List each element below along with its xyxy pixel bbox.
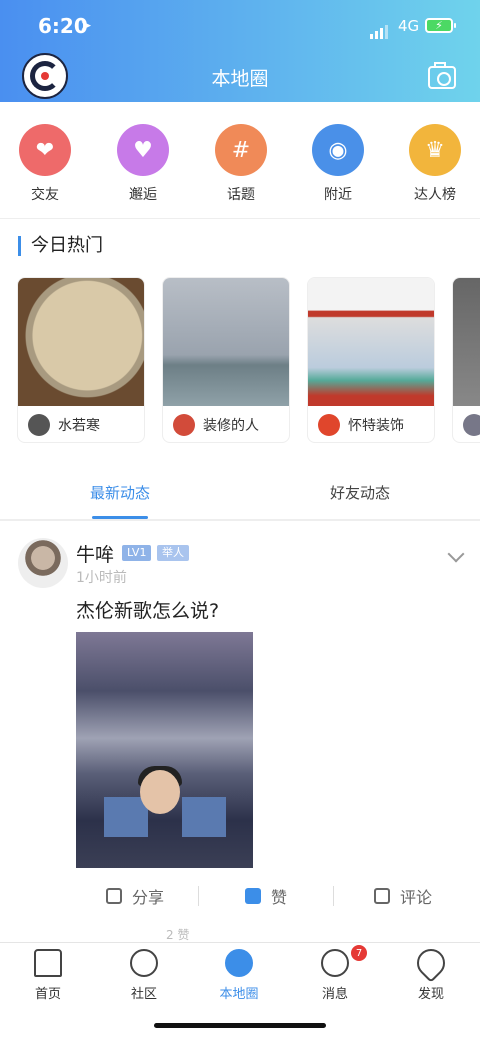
comment-button[interactable]: 评论	[374, 884, 432, 908]
card-image	[453, 278, 480, 406]
network-label: 4G	[398, 17, 420, 35]
unread-badge: 7	[351, 945, 367, 961]
hot-card[interactable]: 装修的人	[162, 277, 290, 443]
next-post-peek: 2 赞	[166, 928, 190, 942]
category-friends[interactable]: ❤ 交友	[10, 124, 80, 204]
signal-icon	[370, 20, 390, 39]
tab-community[interactable]: 社区	[109, 949, 179, 1002]
tab-discover[interactable]: 发现	[396, 943, 466, 1002]
avatar	[318, 414, 340, 436]
section-title-hot: 今日热门	[18, 236, 103, 256]
category-encounter[interactable]: ♥ 邂逅	[108, 124, 178, 204]
role-badge: 举人	[157, 545, 189, 561]
location-pin-icon: ◉	[312, 124, 364, 176]
page-title: 本地圈	[211, 68, 269, 90]
post-text: 杰伦新歌怎么说?	[76, 600, 220, 622]
tab-friends[interactable]: 好友动态	[330, 482, 390, 503]
status-bar: 6:20 ➤ 4G ⚡	[0, 12, 480, 42]
divider	[0, 218, 480, 219]
figure-face	[140, 770, 180, 814]
card-author: 水若寒	[58, 418, 100, 434]
home-icon	[34, 949, 62, 977]
share-button[interactable]: 分享	[106, 884, 164, 908]
category-row: ❤ 交友 ♥ 邂逅 # 话题 ◉ 附近 ♛ 达人榜	[0, 124, 480, 208]
post-actions: 分享 赞 评论	[0, 882, 480, 910]
category-label: 附近	[324, 187, 352, 203]
category-ranking[interactable]: ♛ 达人榜	[400, 124, 470, 204]
card-image	[18, 278, 144, 406]
rocket-icon	[411, 943, 451, 983]
tab-label: 消息	[321, 987, 348, 1002]
hot-card[interactable]: 怀特装饰	[307, 277, 435, 443]
comment-icon	[374, 888, 390, 904]
category-nearby[interactable]: ◉ 附近	[303, 124, 373, 204]
tab-label: 社区	[130, 987, 157, 1002]
hashtag-icon: #	[215, 124, 267, 176]
tab-home[interactable]: 首页	[13, 949, 83, 1002]
crown-icon: ♛	[409, 124, 461, 176]
like-button[interactable]: 赞	[245, 884, 287, 908]
heart-chat-icon: ❤	[19, 124, 71, 176]
category-label: 话题	[227, 187, 255, 203]
divider	[198, 886, 199, 906]
heartbeat-icon: ♥	[117, 124, 169, 176]
feed-tabs: 最新动态 好友动态	[0, 472, 480, 520]
stage-screen-right	[182, 797, 226, 837]
tab-latest[interactable]: 最新动态	[90, 482, 150, 503]
category-label: 达人榜	[414, 187, 456, 203]
tab-messages[interactable]: 7 消息	[300, 945, 370, 1002]
home-indicator	[154, 1023, 326, 1028]
tab-label: 首页	[34, 987, 61, 1002]
post-time: 1小时前	[76, 570, 127, 586]
level-badge: LV1	[122, 545, 152, 561]
avatar	[173, 414, 195, 436]
hot-cards-carousel[interactable]: 水若寒 装修的人 怀特装饰	[0, 277, 480, 445]
location-arrow-icon: ➤	[80, 18, 92, 34]
avatar	[463, 414, 480, 436]
category-label: 邂逅	[129, 187, 157, 203]
message-icon: 7	[321, 945, 367, 977]
community-icon	[130, 949, 158, 977]
tab-local-circle[interactable]: 本地圈	[204, 949, 274, 1002]
tab-label: 本地圈	[219, 987, 259, 1002]
card-author: 装修的人	[203, 418, 259, 434]
hot-card[interactable]	[452, 277, 480, 443]
share-label: 分享	[132, 888, 165, 907]
like-label: 赞	[271, 888, 288, 907]
card-image	[163, 278, 289, 406]
divider	[0, 519, 480, 521]
divider	[333, 886, 334, 906]
post-image[interactable]	[76, 632, 253, 868]
chevron-down-icon[interactable]	[447, 545, 465, 563]
post-author[interactable]: 牛哞	[76, 540, 114, 567]
share-icon	[106, 888, 122, 904]
comment-label: 评论	[400, 888, 433, 907]
card-image	[308, 278, 434, 406]
avatar	[28, 414, 50, 436]
tab-label: 发现	[417, 987, 444, 1002]
thumbs-up-icon	[245, 888, 261, 904]
hot-card[interactable]: 水若寒	[17, 277, 145, 443]
category-topics[interactable]: # 话题	[206, 124, 276, 204]
stage-screen-left	[104, 797, 148, 837]
local-circle-icon	[225, 949, 253, 977]
top-header: 6:20 ➤ 4G ⚡ 本地圈	[0, 0, 480, 102]
battery-icon: ⚡	[425, 18, 456, 33]
avatar[interactable]	[18, 538, 68, 588]
category-label: 交友	[31, 187, 59, 203]
card-author: 怀特装饰	[348, 418, 404, 434]
camera-icon[interactable]	[428, 62, 456, 89]
